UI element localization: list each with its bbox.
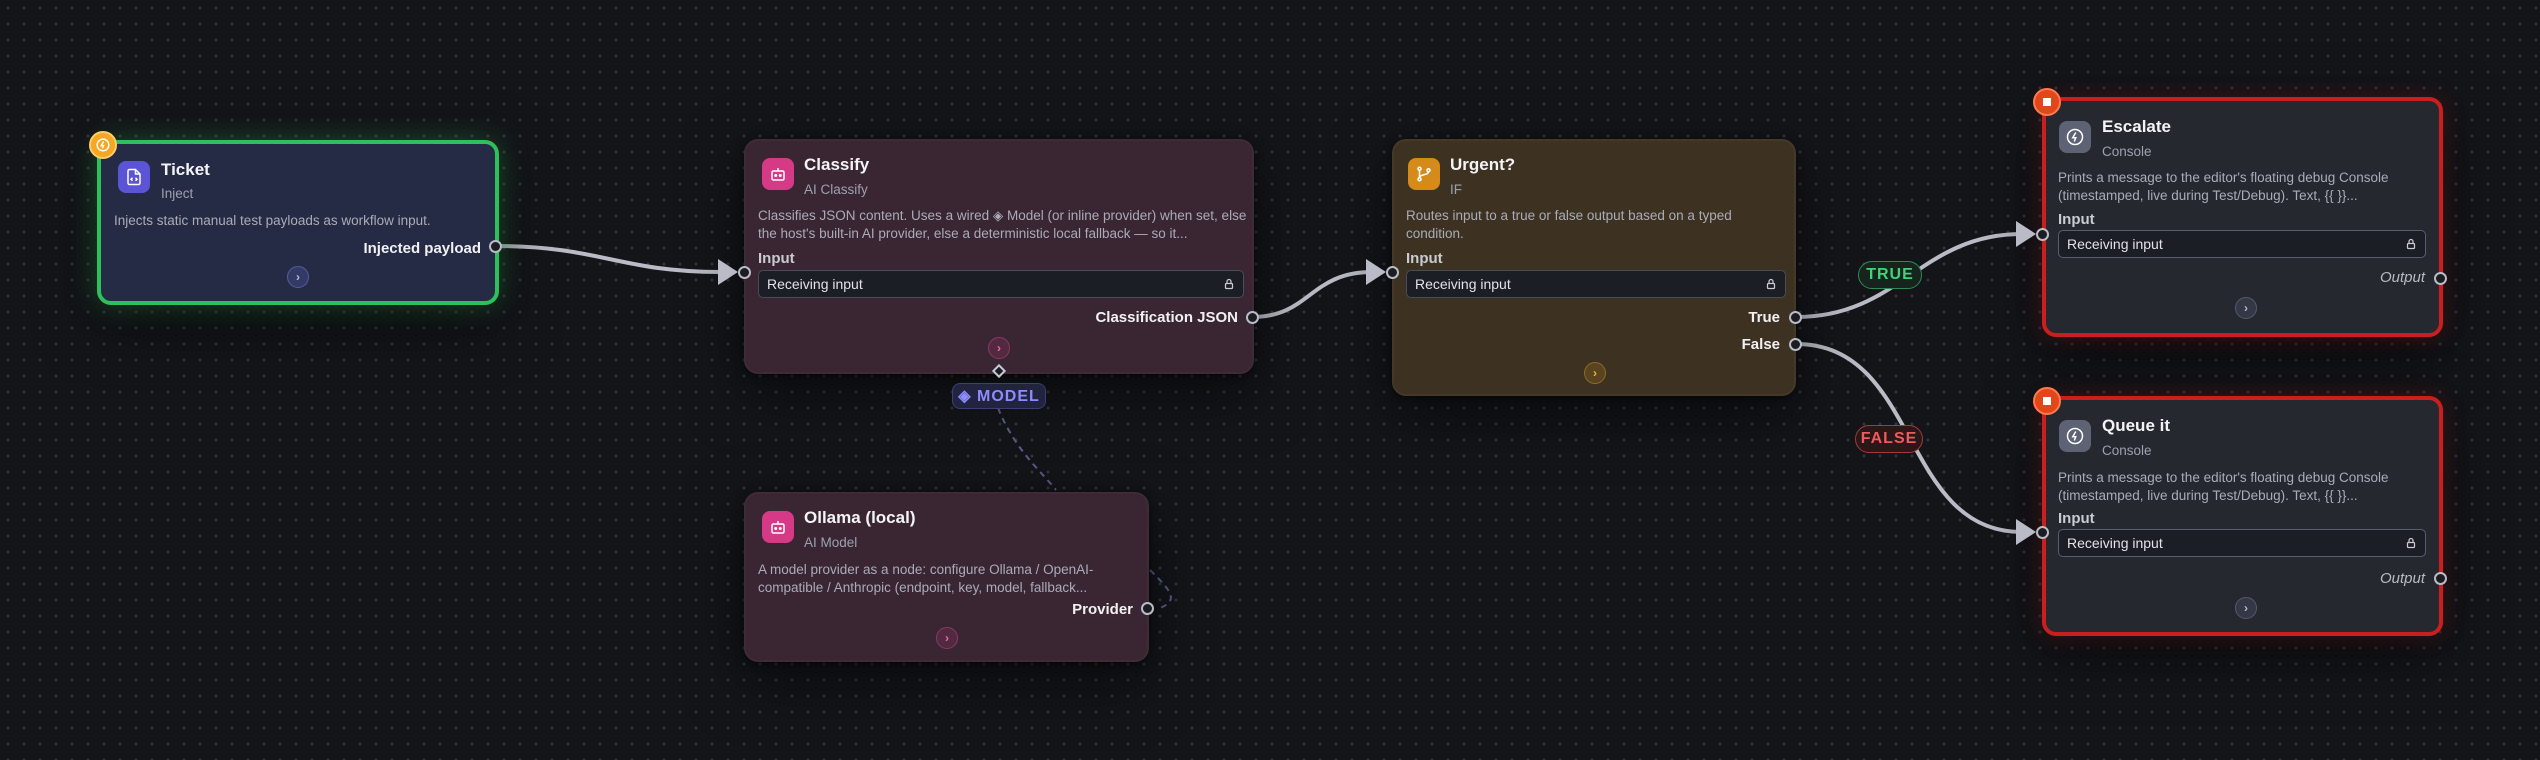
node-type: Console xyxy=(2102,144,2152,159)
input-arrow xyxy=(1366,259,1386,285)
lightning-icon xyxy=(2059,420,2091,452)
stop-badge xyxy=(2033,88,2061,116)
node-description: A model provider as a node: configure Ol… xyxy=(758,562,1094,595)
expand-button[interactable]: › xyxy=(287,266,309,288)
node-classify[interactable]: Classify AI Classify Classifies JSON con… xyxy=(744,139,1254,374)
input-field[interactable]: Receiving input xyxy=(2058,529,2426,557)
output-label-output: Output xyxy=(2379,570,2425,587)
false-edge-label: FALSE xyxy=(1855,425,1923,453)
lock-icon xyxy=(1766,278,1776,290)
wire-classify-to-urgent[interactable] xyxy=(1250,270,1374,319)
output-label-true: True xyxy=(1748,309,1780,326)
node-escalate[interactable]: Escalate Console Prints a message to the… xyxy=(2042,97,2443,337)
input-port-escalate[interactable] xyxy=(2036,228,2049,241)
model-edge-label: ◈ MODEL xyxy=(952,383,1046,409)
node-title: Ollama (local) xyxy=(804,508,916,527)
file-code-icon xyxy=(118,161,150,193)
output-port-true[interactable] xyxy=(1789,311,1802,324)
expand-button[interactable]: › xyxy=(2235,297,2257,319)
output-label-classification-json: Classification JSON xyxy=(1095,309,1238,326)
output-label-injected-payload: Injected payload xyxy=(363,240,481,257)
output-label-provider: Provider xyxy=(1072,601,1133,618)
node-type: IF xyxy=(1450,182,1462,197)
output-port-escalate[interactable] xyxy=(2434,272,2447,285)
node-type: Console xyxy=(2102,443,2152,458)
input-arrow xyxy=(2016,519,2036,545)
input-field[interactable]: Receiving input xyxy=(758,270,1244,298)
lightning-icon xyxy=(96,138,110,152)
output-port-provider[interactable] xyxy=(1141,602,1154,615)
node-description: Injects static manual test payloads as w… xyxy=(114,213,431,228)
node-type: AI Classify xyxy=(804,182,868,197)
output-label-false: False xyxy=(1741,336,1780,353)
output-port-queue[interactable] xyxy=(2434,572,2447,585)
input-arrow xyxy=(2016,221,2036,247)
stop-badge xyxy=(2033,387,2061,415)
input-section-label: Input xyxy=(2058,211,2095,228)
stop-icon xyxy=(2043,98,2051,106)
lock-icon xyxy=(2406,238,2416,250)
trigger-badge xyxy=(89,131,117,159)
lock-icon xyxy=(2406,537,2416,549)
input-value: Receiving input xyxy=(2067,236,2163,252)
input-value: Receiving input xyxy=(767,276,863,292)
output-port-injected-payload[interactable] xyxy=(489,240,502,253)
expand-button[interactable]: › xyxy=(936,627,958,649)
lightning-icon xyxy=(2059,121,2091,153)
output-label-output: Output xyxy=(2379,269,2425,286)
output-port-classification-json[interactable] xyxy=(1246,311,1259,324)
input-arrow xyxy=(718,259,738,285)
input-section-label: Input xyxy=(758,250,795,267)
node-urgent[interactable]: Urgent? IF Routes input to a true or fal… xyxy=(1392,139,1796,396)
node-description: Classifies JSON content. Uses a wired ◈ … xyxy=(758,208,1247,241)
input-value: Receiving input xyxy=(1415,276,1511,292)
input-value: Receiving input xyxy=(2067,535,2163,551)
node-description: Prints a message to the editor's floatin… xyxy=(2058,470,2389,503)
expand-button[interactable]: › xyxy=(988,337,1010,359)
input-field[interactable]: Receiving input xyxy=(2058,230,2426,258)
input-field[interactable]: Receiving input xyxy=(1406,270,1786,298)
node-description: Routes input to a true or false output b… xyxy=(1406,208,1732,241)
output-port-false[interactable] xyxy=(1789,338,1802,351)
node-title: Ticket xyxy=(161,160,210,179)
expand-button[interactable]: › xyxy=(1584,362,1606,384)
robot-icon xyxy=(762,158,794,190)
expand-button[interactable]: › xyxy=(2235,597,2257,619)
node-type: AI Model xyxy=(804,535,858,550)
input-port-queue[interactable] xyxy=(2036,526,2049,539)
node-title: Escalate xyxy=(2102,117,2171,136)
node-title: Classify xyxy=(804,155,870,174)
node-title: Queue it xyxy=(2102,416,2171,435)
wire-ticket-to-classify[interactable] xyxy=(493,244,722,274)
branch-icon xyxy=(1408,158,1440,190)
input-section-label: Input xyxy=(1406,250,1443,267)
node-type: Inject xyxy=(161,186,194,201)
stop-icon xyxy=(2043,397,2051,405)
true-edge-label: TRUE xyxy=(1858,261,1922,289)
node-description: Prints a message to the editor's floatin… xyxy=(2058,170,2389,203)
node-title: Urgent? xyxy=(1450,155,1516,174)
node-ollama[interactable]: Ollama (local) AI Model A model provider… xyxy=(744,492,1149,662)
robot-icon xyxy=(762,511,794,543)
input-section-label: Input xyxy=(2058,510,2095,527)
node-queue[interactable]: Queue it Console Prints a message to the… xyxy=(2042,396,2443,636)
input-port-urgent[interactable] xyxy=(1386,266,1399,279)
input-port-classify[interactable] xyxy=(738,266,751,279)
node-ticket[interactable]: Ticket Inject Injects static manual test… xyxy=(97,140,499,305)
lock-icon xyxy=(1224,278,1234,290)
